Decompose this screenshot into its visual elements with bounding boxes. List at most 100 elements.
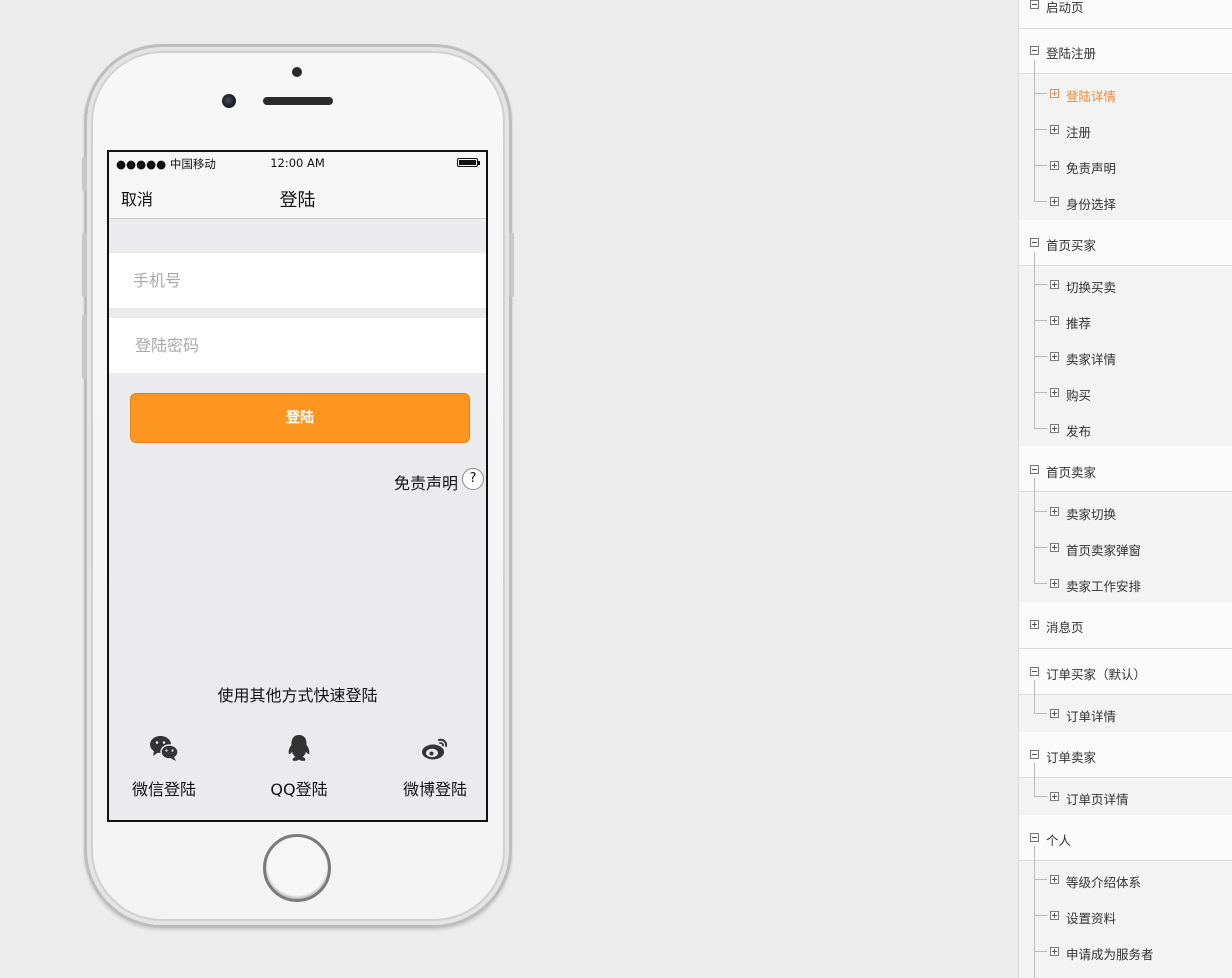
help-icon[interactable]: ?	[462, 468, 484, 490]
tree-connector	[1034, 915, 1047, 916]
expand-icon[interactable]	[1050, 875, 1059, 884]
tree-connector	[1034, 713, 1047, 714]
tree-item-order-page-detail[interactable]: 订单页详情	[1066, 789, 1129, 808]
tree-connector	[1034, 428, 1047, 429]
expand-icon[interactable]	[1050, 424, 1059, 433]
tree-item-recommend[interactable]: 推荐	[1066, 313, 1091, 332]
tree-connector	[1034, 511, 1047, 512]
status-time: 12:00 AM	[270, 156, 325, 170]
expand-icon[interactable]	[1050, 280, 1059, 289]
tree-item-seller-switch[interactable]: 卖家切换	[1066, 504, 1116, 523]
tree-item-disclaimer[interactable]: 免责声明	[1066, 158, 1116, 177]
tree-item-apply-service[interactable]: 申请成为服务者	[1066, 944, 1154, 963]
tree-connector	[1034, 478, 1035, 584]
tree-item-switch-buy-sell[interactable]: 切换买卖	[1066, 277, 1116, 296]
tree-section-label: 首页卖家	[1046, 465, 1097, 480]
collapse-icon[interactable]	[1030, 0, 1039, 9]
phone-number-input[interactable]	[109, 253, 486, 308]
tree-connector	[1034, 201, 1047, 202]
collapse-icon[interactable]	[1030, 46, 1039, 55]
tree-connector	[1034, 680, 1035, 714]
tree-connector	[1034, 93, 1047, 94]
tree-item-publish[interactable]: 发布	[1066, 421, 1091, 440]
weibo-login-label: 微博登陆	[402, 780, 467, 799]
collapse-icon[interactable]	[1030, 750, 1039, 759]
battery-icon	[457, 158, 480, 167]
collapse-icon[interactable]	[1030, 833, 1039, 842]
expand-icon[interactable]	[1050, 579, 1059, 588]
qq-icon	[288, 735, 310, 761]
disclaimer-link[interactable]: 免责声明	[394, 470, 458, 494]
tree-item-order-detail[interactable]: 订单详情	[1066, 706, 1116, 725]
page-tree-panel: 启动页 登陆注册 登陆详情 注册 免责声明 身份选择 首页买家 切换买卖 推荐 …	[1018, 0, 1232, 978]
tree-section-label: 订单买家（默认）	[1046, 667, 1147, 682]
wechat-login-button[interactable]: 微信登陆	[109, 732, 219, 800]
phone-screen: ●●●●● 中国移动 12:00 AM 取消 登陆 登陆 免责声明 ? 使用其他…	[107, 150, 488, 822]
expand-icon[interactable]	[1050, 352, 1059, 361]
expand-icon[interactable]	[1050, 197, 1059, 206]
quick-login-title: 使用其他方式快速登陆	[217, 686, 378, 705]
expand-icon[interactable]	[1050, 947, 1059, 956]
tree-item-settings-profile[interactable]: 设置资料	[1066, 908, 1116, 927]
expand-icon[interactable]	[1050, 709, 1059, 718]
tree-connector	[1034, 583, 1047, 584]
tree-item-level-system[interactable]: 等级介绍体系	[1066, 872, 1141, 891]
tree-section-launch[interactable]: 启动页	[1019, 0, 1232, 28]
tree-connector	[1034, 129, 1047, 130]
tree-section-order-buyer[interactable]: 订单买家（默认）	[1019, 649, 1232, 694]
tree-item-login-detail[interactable]: 登陆详情	[1066, 86, 1116, 105]
tree-connector	[1034, 320, 1047, 321]
expand-icon[interactable]	[1050, 388, 1059, 397]
tree-connector	[1034, 763, 1035, 797]
tree-section-home-seller[interactable]: 首页卖家	[1019, 446, 1232, 491]
tree-item-purchase[interactable]: 购买	[1066, 385, 1091, 404]
tree-item-register[interactable]: 注册	[1066, 122, 1091, 141]
wechat-login-label: 微信登陆	[131, 780, 196, 799]
front-camera-icon	[222, 94, 236, 108]
expand-icon[interactable]	[1050, 161, 1059, 170]
tree-section-label: 订单卖家	[1046, 750, 1097, 765]
expand-icon[interactable]	[1050, 792, 1059, 801]
expand-icon[interactable]	[1050, 911, 1059, 920]
tree-item-seller-popup[interactable]: 首页卖家弹窗	[1066, 540, 1141, 559]
weibo-login-button[interactable]: 微博登陆	[380, 732, 486, 800]
home-button[interactable]	[263, 834, 331, 902]
expand-icon[interactable]	[1050, 89, 1059, 98]
volume-up-button	[82, 233, 87, 297]
tree-item-seller-detail[interactable]: 卖家详情	[1066, 349, 1116, 368]
expand-icon[interactable]	[1050, 507, 1059, 516]
expand-icon[interactable]	[1050, 543, 1059, 552]
tree-section-label: 登陆注册	[1046, 46, 1097, 61]
tree-connector	[1034, 165, 1047, 166]
qq-login-label: QQ登陆	[270, 780, 328, 799]
tree-connector	[1034, 284, 1047, 285]
expand-icon[interactable]	[1050, 316, 1059, 325]
wechat-icon	[150, 736, 179, 761]
tree-connector	[1034, 951, 1047, 952]
tree-connector	[1034, 547, 1047, 548]
expand-icon[interactable]	[1050, 125, 1059, 134]
tree-section-order-seller[interactable]: 订单卖家	[1019, 732, 1232, 777]
qq-login-button[interactable]: QQ登陆	[244, 732, 354, 800]
tree-section-personal[interactable]: 个人	[1019, 815, 1232, 860]
tree-section-messages[interactable]: 消息页	[1019, 602, 1232, 648]
tree-section-label: 个人	[1046, 833, 1072, 848]
collapse-icon[interactable]	[1030, 465, 1039, 474]
login-button[interactable]: 登陆	[130, 393, 470, 443]
tree-connector	[1034, 846, 1035, 978]
password-input[interactable]	[109, 318, 486, 373]
tree-section-home-buyer[interactable]: 首页买家	[1019, 220, 1232, 265]
status-bar: ●●●●● 中国移动 12:00 AM	[109, 152, 486, 174]
mute-switch	[82, 157, 87, 191]
collapse-icon[interactable]	[1030, 238, 1039, 247]
volume-down-button	[82, 315, 87, 379]
tree-item-identity-select[interactable]: 身份选择	[1066, 194, 1116, 213]
expand-icon[interactable]	[1030, 620, 1039, 629]
tree-section-label: 消息页	[1046, 620, 1084, 635]
tree-connector	[1034, 356, 1047, 357]
earpiece-speaker	[263, 97, 333, 105]
tree-connector	[1034, 392, 1047, 393]
tree-item-seller-schedule[interactable]: 卖家工作安排	[1066, 576, 1141, 595]
collapse-icon[interactable]	[1030, 667, 1039, 676]
tree-section-login-register[interactable]: 登陆注册	[1019, 29, 1232, 73]
